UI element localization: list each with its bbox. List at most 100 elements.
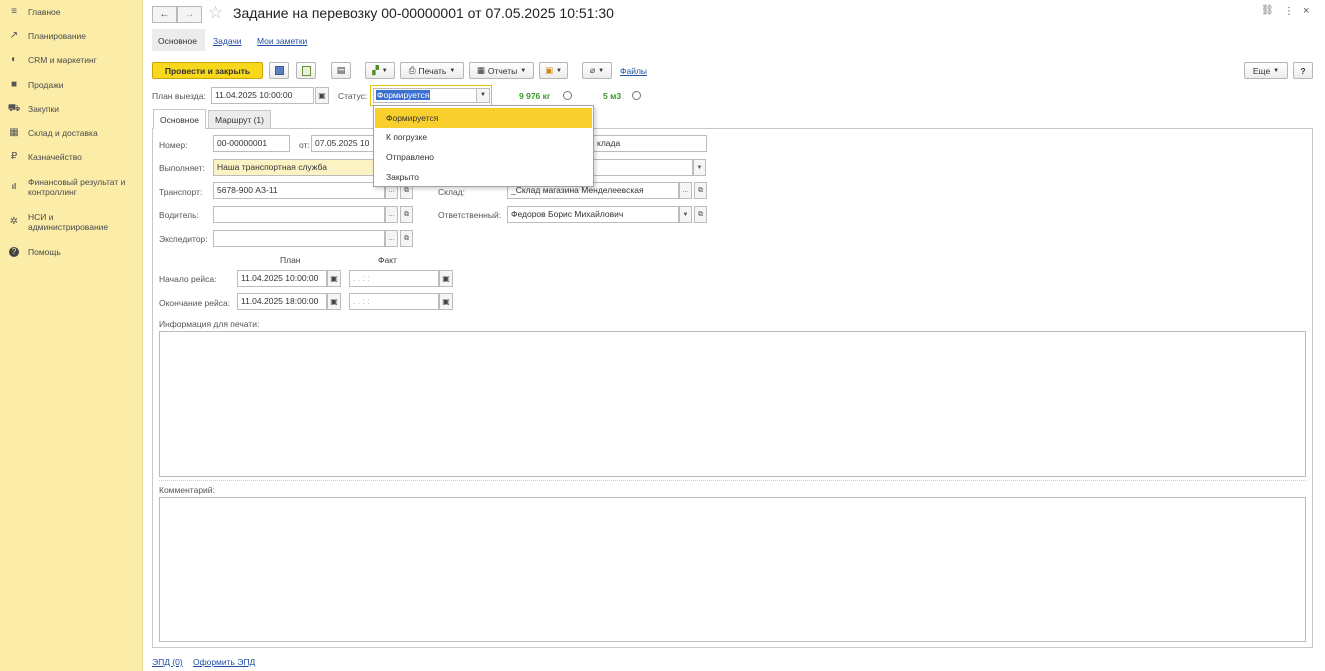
create-based-on-button[interactable]: ▞ ▼ xyxy=(365,62,395,79)
calendar-icon[interactable]: ▣ xyxy=(327,293,341,310)
planning-icon: ↗ xyxy=(9,30,19,41)
sidebar-item-help[interactable]: ? Помощь xyxy=(0,246,143,258)
sidebar-item-admin[interactable]: ✲ НСИ и администрирование xyxy=(0,211,143,233)
open-link-icon[interactable]: ⧉ xyxy=(694,206,707,223)
more-button[interactable]: Еще ▼ xyxy=(1244,62,1288,79)
post-and-close-button[interactable]: Провести и закрыть xyxy=(152,62,263,79)
status-option[interactable]: К погрузке xyxy=(375,127,592,147)
link-icon[interactable]: ⛓ xyxy=(1261,5,1274,16)
select-ellipsis-icon[interactable]: … xyxy=(385,206,398,223)
sidebar-item-label: Продажи xyxy=(28,80,64,90)
close-icon[interactable]: × xyxy=(1303,5,1309,17)
organization-input[interactable] xyxy=(593,159,693,176)
calendar-icon[interactable]: ▣ xyxy=(439,293,453,310)
printer-icon: ⎙ xyxy=(408,65,416,75)
tab-form-route[interactable]: Маршрут (1) xyxy=(208,110,271,128)
forward-button[interactable]: → xyxy=(177,6,202,23)
clipboard-icon: ▣ xyxy=(545,65,554,75)
more-actions-icon[interactable]: ⋮ xyxy=(1284,6,1294,17)
treasury-icon: ₽ xyxy=(10,151,18,162)
open-link-icon[interactable]: ⧉ xyxy=(400,230,413,247)
volume-value: 5 м3 xyxy=(603,91,622,101)
sidebar-item-planning[interactable]: ↗ Планирование xyxy=(0,30,143,42)
make-epd-link[interactable]: Оформить ЭПД xyxy=(193,657,255,667)
number-input[interactable]: 00-00000001 xyxy=(213,135,290,152)
more-label: Еще xyxy=(1252,65,1271,76)
executor-input[interactable]: Наша транспортная служба xyxy=(213,159,375,176)
sales-bag-icon: ■ xyxy=(10,79,18,90)
open-link-icon[interactable]: ⧉ xyxy=(694,182,707,199)
forwarder-input[interactable] xyxy=(213,230,385,247)
trip-end-plan-input[interactable]: 11.04.2025 18:00:00 xyxy=(237,293,327,310)
plan-departure-label: План выезда: xyxy=(152,91,206,101)
trip-start-fact-input[interactable]: . . : : xyxy=(349,270,439,287)
arrow-left-icon: ← xyxy=(159,9,170,20)
list-document-icon: ▤ xyxy=(336,65,346,75)
select-ellipsis-icon[interactable]: … xyxy=(679,182,692,199)
chevron-down-icon[interactable]: ▼ xyxy=(679,206,692,223)
calendar-icon[interactable]: ▣ xyxy=(315,87,329,104)
epd-link[interactable]: ЭПД (0) xyxy=(152,657,183,667)
cart-icon: ⛟ xyxy=(7,103,21,114)
files-link[interactable]: Файлы xyxy=(620,66,647,76)
trip-end-label: Окончание рейса: xyxy=(159,298,231,308)
comment-textarea[interactable] xyxy=(159,497,1306,642)
tab-form-main[interactable]: Основное xyxy=(153,109,206,129)
finance-chart-icon: ıl xyxy=(11,182,17,191)
warehouse-icon: ▦ xyxy=(9,127,19,138)
tab-tasks[interactable]: Задачи xyxy=(213,36,242,46)
responsible-label: Ответственный: xyxy=(438,210,502,220)
save-button[interactable] xyxy=(269,62,289,79)
sidebar-item-treasury[interactable]: ₽ Казначейство xyxy=(0,151,143,163)
chevron-down-icon[interactable]: ▼ xyxy=(476,88,490,103)
plan-departure-input[interactable]: 11.04.2025 10:00:00 xyxy=(211,87,314,104)
help-button[interactable]: ? xyxy=(1293,62,1313,79)
select-ellipsis-icon[interactable]: … xyxy=(385,230,398,247)
status-option[interactable]: Закрыто xyxy=(375,167,592,187)
sidebar-item-purchases[interactable]: ⛟ Закупки xyxy=(0,103,143,115)
floppy-disk-icon xyxy=(274,66,284,75)
calendar-icon[interactable]: ▣ xyxy=(439,270,453,287)
transport-input[interactable]: 5678-900 АЗ-11 xyxy=(213,182,385,199)
status-option[interactable]: Формируется xyxy=(375,108,592,128)
executor-label: Выполняет: xyxy=(159,163,205,173)
sidebar-item-main[interactable]: ≡ Главное xyxy=(0,6,143,18)
sidebar-item-label: Склад и доставка xyxy=(28,128,98,138)
journal-button[interactable]: ▤ xyxy=(331,62,351,79)
calendar-icon[interactable]: ▣ xyxy=(327,270,341,287)
create-based-icon: ▞ xyxy=(372,65,379,75)
sidebar-item-finance[interactable]: ıl Финансовый результат и контроллинг xyxy=(0,176,143,198)
chevron-down-icon[interactable]: ▼ xyxy=(693,159,706,176)
warehouse-label: Склад: xyxy=(438,187,465,197)
trip-end-fact-input[interactable]: . . : : xyxy=(349,293,439,310)
tab-notes[interactable]: Мои заметки xyxy=(257,36,307,46)
settings-gear-icon: ✲ xyxy=(9,216,19,227)
forwarder-label: Экспедитор: xyxy=(159,234,208,244)
post-button[interactable] xyxy=(296,62,316,79)
back-button[interactable]: ← xyxy=(152,6,177,23)
status-select[interactable]: Формируется ▼ xyxy=(370,85,492,106)
help-icon: ? xyxy=(9,247,19,257)
status-label: Статус: xyxy=(338,91,368,101)
sidebar-item-crm[interactable]: ◐ CRM и маркетинг xyxy=(0,54,143,66)
responsible-input[interactable]: Федоров Борис Михайлович xyxy=(507,206,679,223)
print-info-textarea[interactable] xyxy=(159,331,1306,477)
trip-start-label: Начало рейса: xyxy=(159,274,217,284)
print-label: Печать xyxy=(418,65,447,76)
reports-button[interactable]: ▦ Отчеты ▼ xyxy=(469,62,534,79)
status-dropdown: Формируется К погрузке Отправлено Закрыт… xyxy=(373,105,594,187)
comment-label: Комментарий: xyxy=(159,485,215,495)
additional-actions-button[interactable]: ▣ ▼ xyxy=(539,62,568,79)
attach-button[interactable]: ⌀ ▼ xyxy=(582,62,612,79)
plan-column-header: План xyxy=(280,255,301,265)
status-option[interactable]: Отправлено xyxy=(375,147,592,167)
date-input[interactable]: 07.05.2025 10 xyxy=(311,135,375,152)
trip-start-plan-input[interactable]: 11.04.2025 10:00:00 xyxy=(237,270,327,287)
sidebar-item-sales[interactable]: ■ Продажи xyxy=(0,79,143,91)
destination-input[interactable]: клада xyxy=(593,135,707,152)
favorite-star-icon[interactable]: ☆ xyxy=(208,3,223,23)
print-button[interactable]: ⎙ Печать ▼ xyxy=(400,62,464,79)
sidebar-item-warehouse[interactable]: ▦ Склад и доставка xyxy=(0,127,143,139)
driver-input[interactable] xyxy=(213,206,385,223)
open-link-icon[interactable]: ⧉ xyxy=(400,206,413,223)
